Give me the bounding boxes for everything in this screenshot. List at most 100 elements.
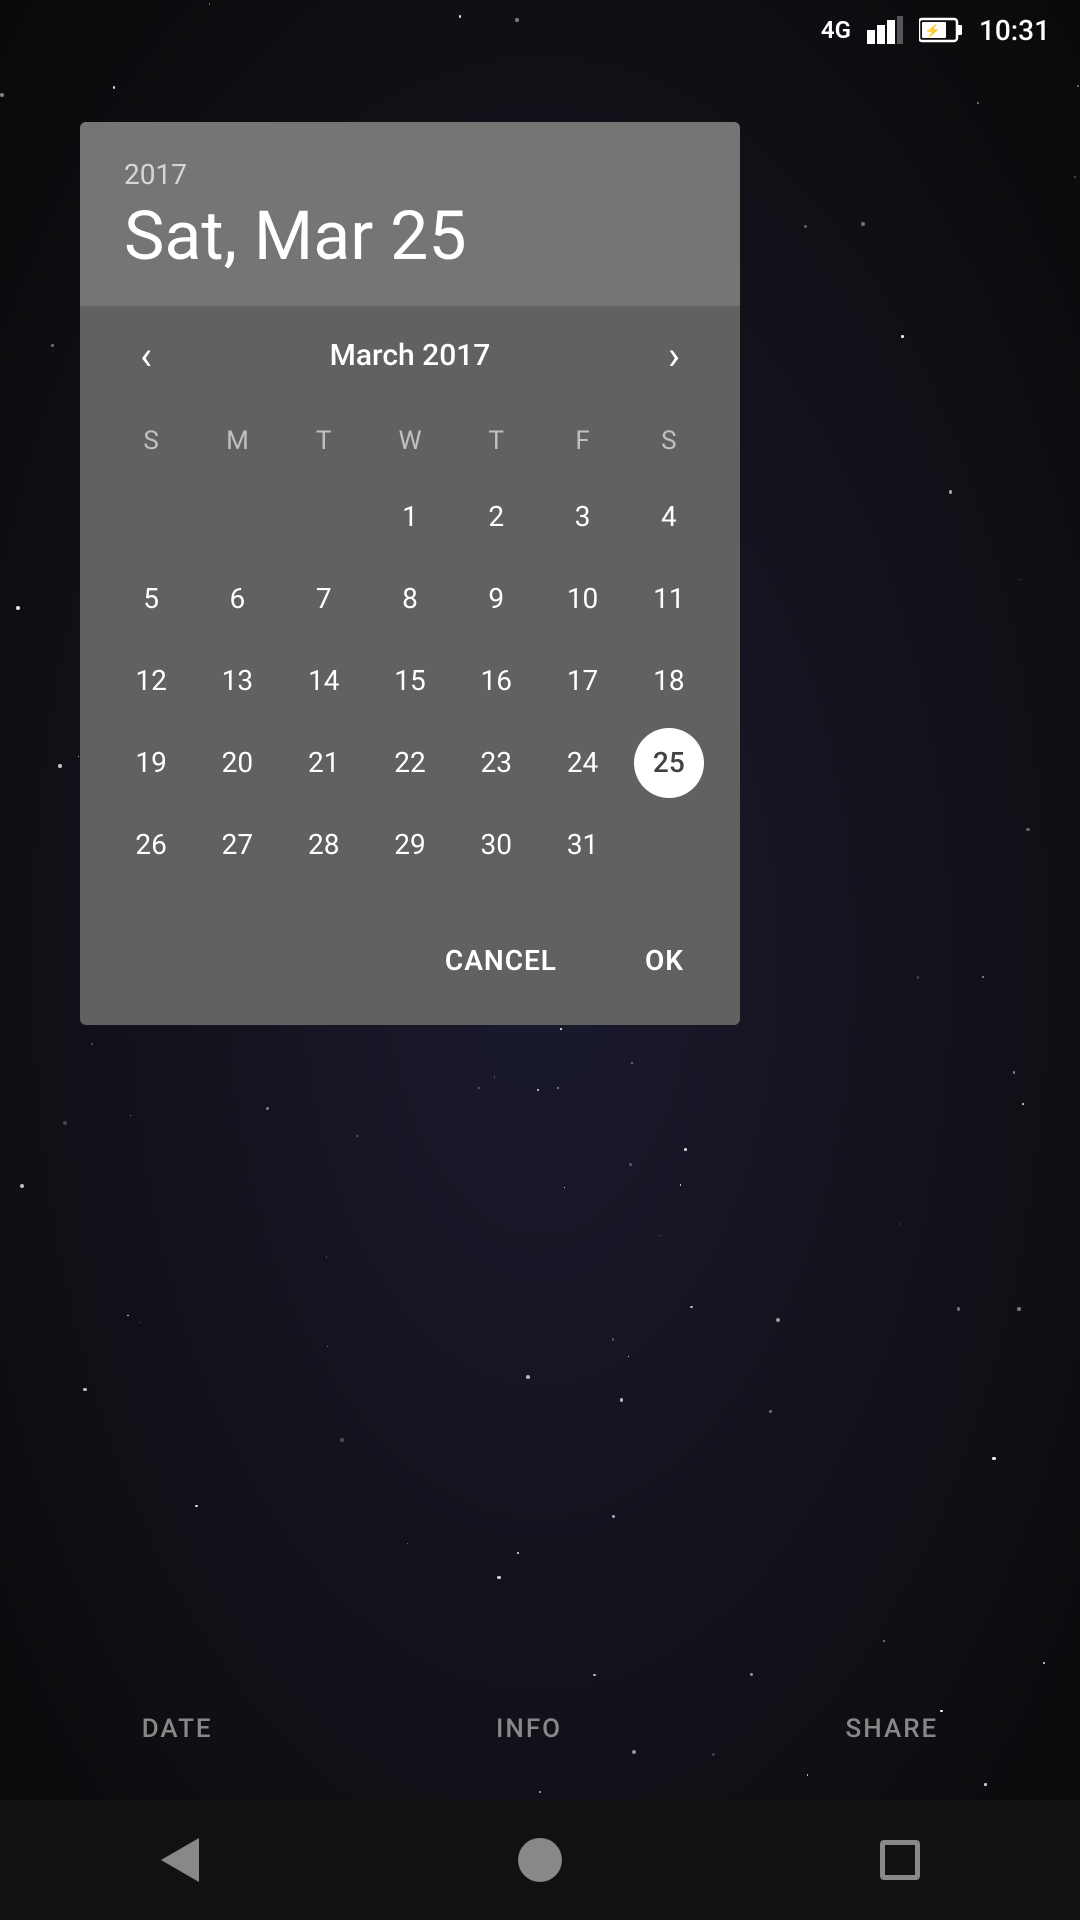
calendar-cell[interactable]: 4 xyxy=(626,478,712,556)
calendar-day-6[interactable]: 6 xyxy=(202,564,272,634)
calendar-cell[interactable]: 10 xyxy=(539,560,625,638)
calendar-cell[interactable]: 5 xyxy=(108,560,194,638)
calendar-cell[interactable]: 13 xyxy=(194,642,280,720)
calendar-day-24[interactable]: 24 xyxy=(548,728,618,798)
calendar-cell[interactable]: 16 xyxy=(453,642,539,720)
calendar-day-4[interactable]: 4 xyxy=(634,482,704,552)
calendar-cell[interactable]: 31 xyxy=(539,806,625,884)
dialog-header: 2017 Sat, Mar 25 xyxy=(80,122,740,306)
calendar-cell[interactable]: 18 xyxy=(626,642,712,720)
recent-icon xyxy=(880,1840,920,1880)
calendar-cell[interactable]: 19 xyxy=(108,724,194,802)
day-header-tue: T xyxy=(281,414,367,468)
calendar-day-18[interactable]: 18 xyxy=(634,646,704,716)
calendar-cell[interactable]: 20 xyxy=(194,724,280,802)
calendar-cell[interactable]: 21 xyxy=(281,724,367,802)
calendar-day-empty xyxy=(202,482,272,552)
calendar-cell[interactable]: 22 xyxy=(367,724,453,802)
signal-label: 4G xyxy=(821,16,851,44)
calendar-day-1[interactable]: 1 xyxy=(375,482,445,552)
calendar-day-31[interactable]: 31 xyxy=(548,810,618,880)
calendar-cell[interactable]: 15 xyxy=(367,642,453,720)
calendar-day-3[interactable]: 3 xyxy=(548,482,618,552)
calendar-cell[interactable]: 25 xyxy=(626,724,712,802)
calendar-cell[interactable]: 28 xyxy=(281,806,367,884)
prev-month-button[interactable]: ‹ xyxy=(116,326,176,386)
calendar-cell[interactable]: 9 xyxy=(453,560,539,638)
selected-year: 2017 xyxy=(124,158,696,191)
month-year-title: March 2017 xyxy=(330,338,491,373)
calendar-day-empty xyxy=(116,482,186,552)
day-header-sun: S xyxy=(108,414,194,468)
day-header-fri: F xyxy=(539,414,625,468)
calendar-cell[interactable]: 12 xyxy=(108,642,194,720)
home-button[interactable] xyxy=(510,1830,570,1890)
calendar-day-29[interactable]: 29 xyxy=(375,810,445,880)
calendar-cell[interactable]: 24 xyxy=(539,724,625,802)
calendar-day-25[interactable]: 25 xyxy=(634,728,704,798)
back-button[interactable] xyxy=(150,1830,210,1890)
calendar-day-16[interactable]: 16 xyxy=(461,646,531,716)
calendar-day-9[interactable]: 9 xyxy=(461,564,531,634)
calendar-cell[interactable]: 26 xyxy=(108,806,194,884)
calendar-day-8[interactable]: 8 xyxy=(375,564,445,634)
calendar-cell xyxy=(108,478,194,556)
calendar-day-22[interactable]: 22 xyxy=(375,728,445,798)
calendar-day-10[interactable]: 10 xyxy=(548,564,618,634)
calendar-cell[interactable]: 1 xyxy=(367,478,453,556)
calendar-day-11[interactable]: 11 xyxy=(634,564,704,634)
calendar-cell[interactable]: 11 xyxy=(626,560,712,638)
battery-icon: ⚡ xyxy=(919,17,963,43)
calendar-day-30[interactable]: 30 xyxy=(461,810,531,880)
calendar-day-20[interactable]: 20 xyxy=(202,728,272,798)
calendar-day-19[interactable]: 19 xyxy=(116,728,186,798)
calendar-day-27[interactable]: 27 xyxy=(202,810,272,880)
calendar-day-2[interactable]: 2 xyxy=(461,482,531,552)
tab-date[interactable]: DATE xyxy=(110,1698,245,1760)
bottom-tabs: DATE INFO SHARE xyxy=(0,1678,1080,1780)
tab-info[interactable]: INFO xyxy=(464,1698,594,1760)
cancel-button[interactable]: CANCEL xyxy=(421,928,581,993)
calendar-day-5[interactable]: 5 xyxy=(116,564,186,634)
signal-icon xyxy=(867,16,903,44)
back-icon xyxy=(161,1838,199,1882)
calendar-cell[interactable]: 23 xyxy=(453,724,539,802)
calendar-section: ‹ March 2017 › S M T W T F S 12345678910… xyxy=(80,306,740,904)
calendar-cell[interactable]: 14 xyxy=(281,642,367,720)
calendar-cell[interactable]: 17 xyxy=(539,642,625,720)
calendar-day-15[interactable]: 15 xyxy=(375,646,445,716)
tab-share[interactable]: SHARE xyxy=(814,1698,971,1760)
dialog-actions: CANCEL OK xyxy=(80,904,740,1025)
calendar-cell[interactable]: 2 xyxy=(453,478,539,556)
calendar-day-13[interactable]: 13 xyxy=(202,646,272,716)
calendar-cell xyxy=(626,806,712,884)
calendar-cell[interactable]: 30 xyxy=(453,806,539,884)
calendar-cell[interactable]: 6 xyxy=(194,560,280,638)
calendar-day-21[interactable]: 21 xyxy=(289,728,359,798)
calendar-day-17[interactable]: 17 xyxy=(548,646,618,716)
ok-button[interactable]: OK xyxy=(621,928,708,993)
calendar-cell[interactable]: 7 xyxy=(281,560,367,638)
calendar-cell xyxy=(194,478,280,556)
day-header-mon: M xyxy=(194,414,280,468)
month-navigation: ‹ March 2017 › xyxy=(108,326,712,386)
calendar-day-12[interactable]: 12 xyxy=(116,646,186,716)
calendar-day-empty xyxy=(634,810,704,880)
day-header-thu: T xyxy=(453,414,539,468)
calendar-day-14[interactable]: 14 xyxy=(289,646,359,716)
calendar-cell[interactable]: 29 xyxy=(367,806,453,884)
recent-button[interactable] xyxy=(870,1830,930,1890)
next-month-button[interactable]: › xyxy=(644,326,704,386)
calendar-cell[interactable]: 8 xyxy=(367,560,453,638)
time-display: 10:31 xyxy=(979,14,1050,47)
date-picker-dialog: 2017 Sat, Mar 25 ‹ March 2017 › S M T W … xyxy=(80,122,740,1025)
calendar-day-7[interactable]: 7 xyxy=(289,564,359,634)
calendar-day-23[interactable]: 23 xyxy=(461,728,531,798)
calendar-day-28[interactable]: 28 xyxy=(289,810,359,880)
calendar-cell[interactable]: 27 xyxy=(194,806,280,884)
home-icon xyxy=(518,1838,562,1882)
calendar-day-26[interactable]: 26 xyxy=(116,810,186,880)
calendar-day-empty xyxy=(289,482,359,552)
calendar-cell[interactable]: 3 xyxy=(539,478,625,556)
calendar-grid: 1234567891011121314151617181920212223242… xyxy=(108,478,712,884)
